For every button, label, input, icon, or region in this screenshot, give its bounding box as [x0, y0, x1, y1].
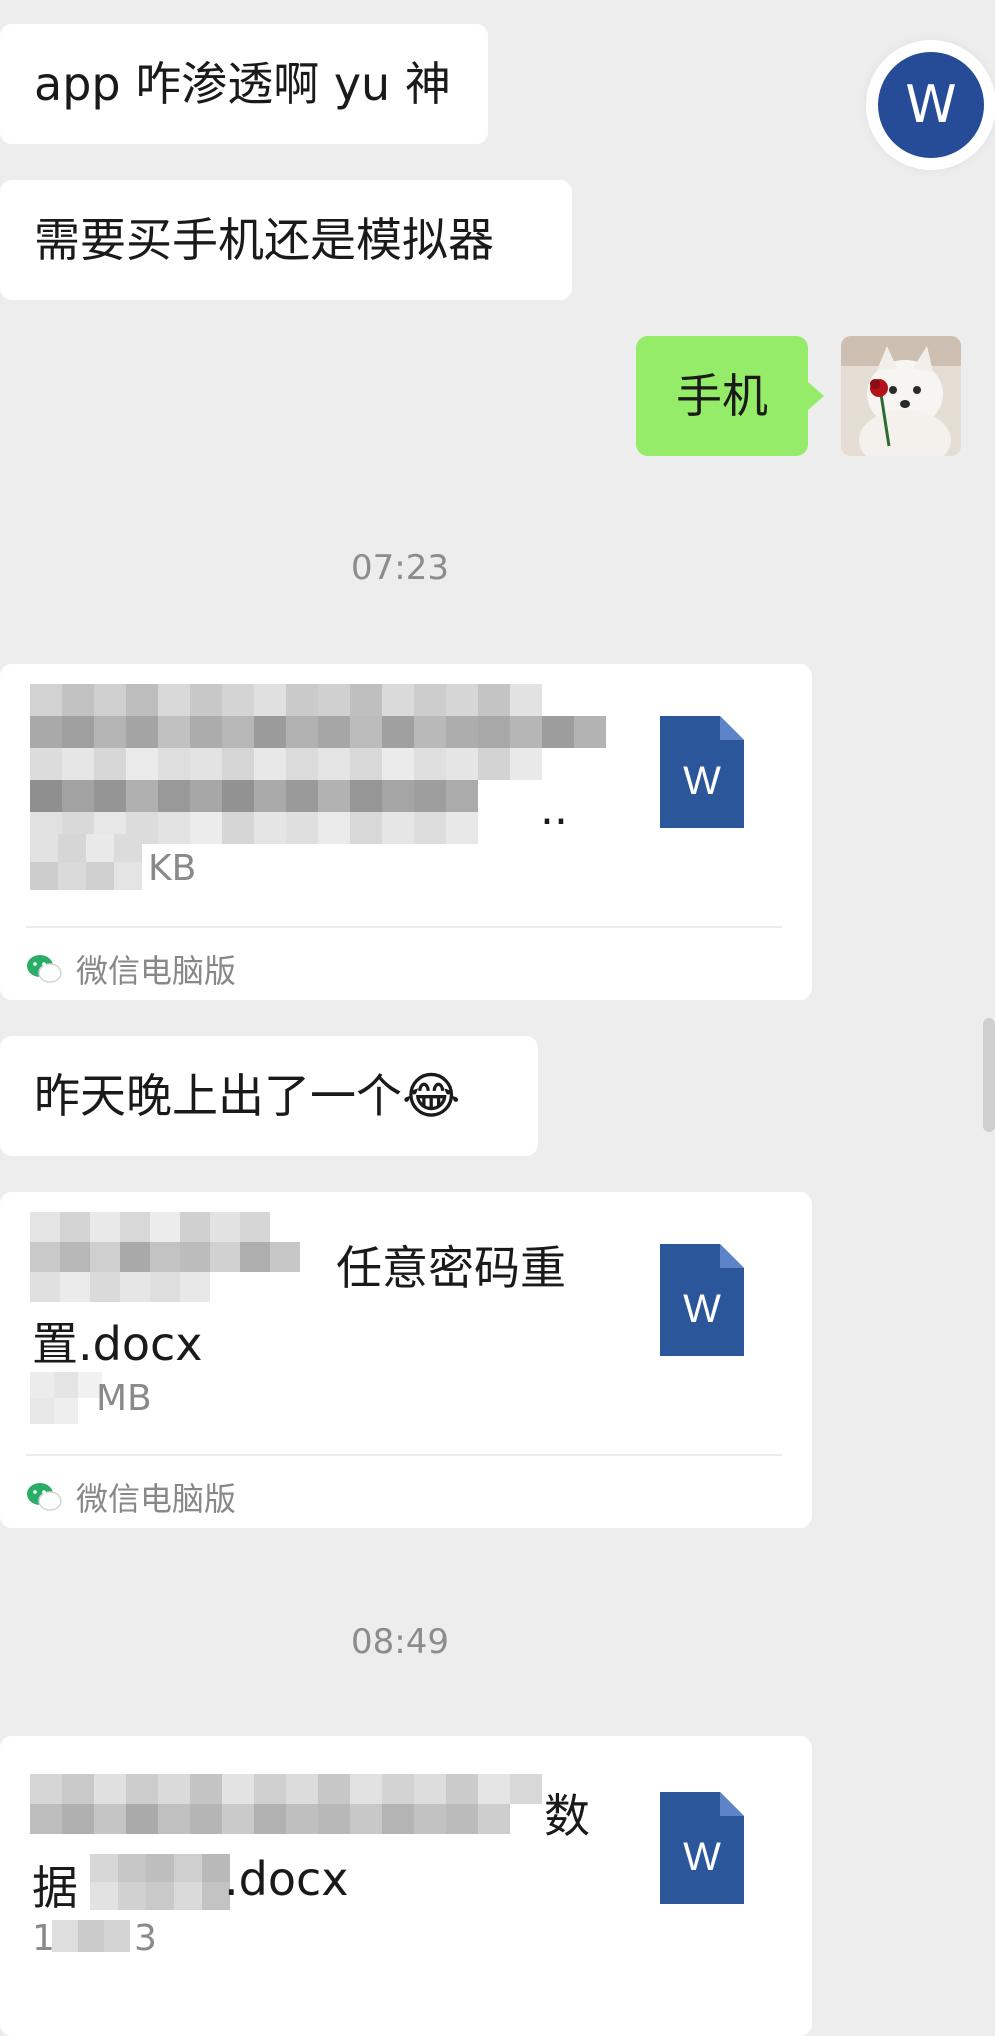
- message-text: 手机: [676, 369, 768, 423]
- file-size-end: 3: [134, 1918, 157, 1959]
- source-label: 微信电脑版: [76, 1480, 237, 1518]
- message-bubble-incoming[interactable]: 需要买手机还是模拟器: [0, 180, 572, 300]
- my-avatar[interactable]: [841, 336, 961, 456]
- svg-text:W: W: [683, 759, 721, 803]
- samoyed-with-rose-avatar-icon: [841, 336, 961, 456]
- file-message-card[interactable]: 数 据 .docx 1 3 W: [0, 1736, 812, 2036]
- redacted-mosaic: [52, 1920, 130, 1952]
- file-title-line2-end: .docx: [224, 1852, 349, 1906]
- source-label: 微信电脑版: [76, 952, 237, 990]
- redacted-mosaic: [30, 1774, 542, 1834]
- message-bubble-incoming[interactable]: app 咋渗透啊 yu 神: [0, 24, 488, 144]
- word-document-icon: W: [660, 1792, 744, 1904]
- message-text: 昨天晚上出了一个: [34, 1069, 402, 1123]
- redacted-mosaic: [30, 1372, 102, 1424]
- file-source: 微信电脑版: [26, 946, 236, 992]
- word-document-icon: W: [660, 716, 744, 828]
- file-title-line1: 数: [544, 1789, 590, 1843]
- file-size: MB: [96, 1378, 152, 1419]
- laughing-tears-emoji-icon: 😂: [402, 1067, 461, 1125]
- floating-w-badge[interactable]: W: [866, 40, 995, 170]
- file-size: KB: [148, 848, 197, 889]
- redacted-mosaic: [30, 1212, 330, 1302]
- card-divider: [26, 926, 782, 928]
- file-message-card[interactable]: 任意密码重 置.docx MB 微信电脑版 W: [0, 1192, 812, 1528]
- svg-text:W: W: [683, 1835, 721, 1879]
- file-title-line2-start: 据: [32, 1861, 78, 1915]
- file-title-line2: 置.docx: [32, 1317, 203, 1371]
- file-title-ellipsis: ..: [540, 784, 568, 835]
- message-text: 需要买手机还是模拟器: [34, 213, 494, 267]
- file-source: 微信电脑版: [26, 1474, 236, 1520]
- message-bubble-outgoing[interactable]: 手机: [636, 336, 824, 456]
- word-document-icon: W: [660, 1244, 744, 1356]
- scrollbar-thumb[interactable]: [983, 1018, 995, 1132]
- message-bubble-incoming[interactable]: 昨天晚上出了一个 😂: [0, 1036, 538, 1156]
- card-divider: [26, 1454, 782, 1456]
- file-title-line1: 任意密码重: [336, 1241, 566, 1295]
- wechat-icon: [27, 1483, 62, 1511]
- wechat-icon: [27, 955, 62, 983]
- timestamp: 08:49: [351, 1622, 449, 1662]
- timestamp: 07:23: [351, 548, 449, 588]
- w-avatar-icon: W: [878, 52, 984, 158]
- message-text: app 咋渗透啊 yu 神: [34, 57, 451, 111]
- redacted-mosaic: [30, 684, 606, 844]
- svg-text:W: W: [683, 1287, 721, 1331]
- redacted-mosaic: [90, 1854, 230, 1910]
- redacted-mosaic: [30, 834, 142, 890]
- file-message-card[interactable]: .. KB 微信电脑版 W: [0, 664, 812, 1000]
